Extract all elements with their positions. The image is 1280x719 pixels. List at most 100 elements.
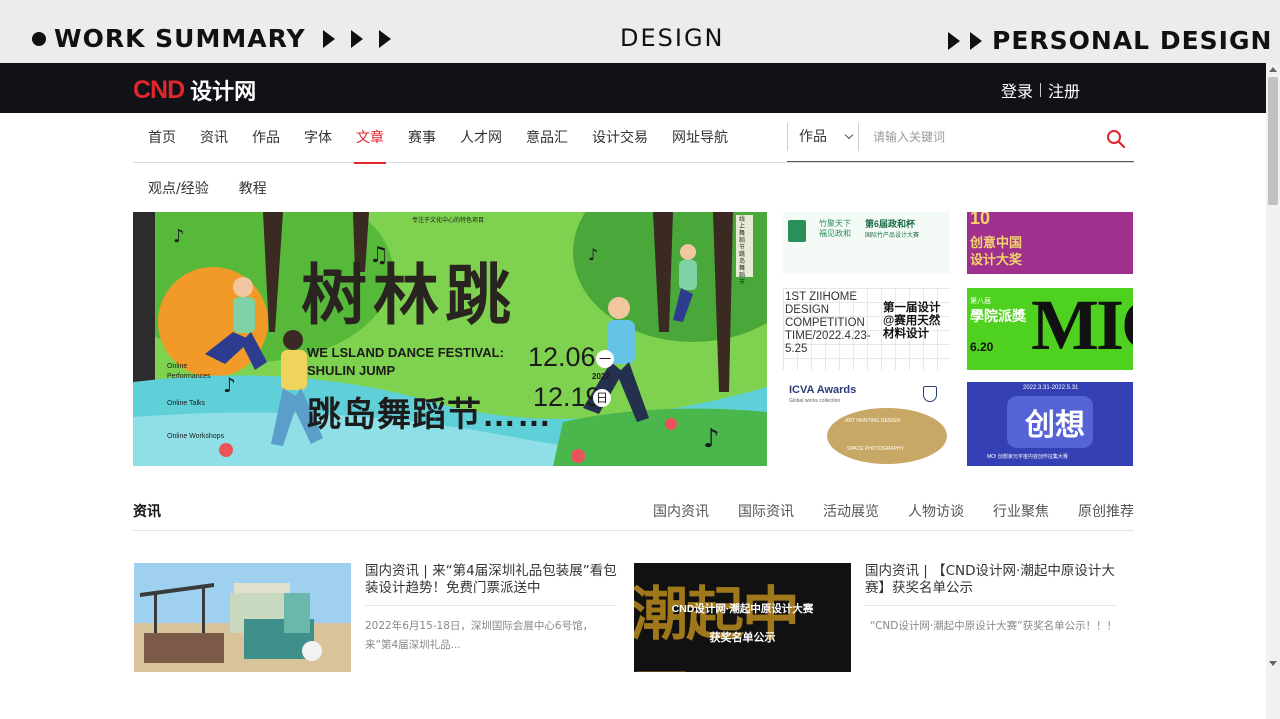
- news-desc: 2022年6月15-18日，深圳国际会展中心6号馆，来“第4届深圳礼品...: [365, 620, 594, 651]
- scroll-down-arrow-icon[interactable]: [1269, 661, 1277, 666]
- nav-item[interactable]: 文章: [344, 113, 396, 164]
- crest-icon: [923, 386, 937, 402]
- auth-divider: [1040, 83, 1042, 97]
- thumb-icva-ring2: SPACE PHOTOGRAPHY: [847, 446, 904, 452]
- nav-item[interactable]: 人才网: [448, 113, 514, 163]
- play-triangle-icon: [350, 29, 363, 48]
- hero-day1: 一: [596, 350, 614, 368]
- promo-thumb-mic[interactable]: 第八届 學院派獎 6.20 MIC: [967, 288, 1133, 370]
- news-title[interactable]: 国内资讯 | 【CND设计网·潮起中原设计大赛】获奖名单公示: [865, 563, 1117, 597]
- award-ring: [827, 408, 947, 464]
- nav-item[interactable]: 意品汇: [514, 113, 580, 163]
- hero-title-cn: 跳岛舞蹈节……: [307, 396, 552, 434]
- news-tab[interactable]: 国内资讯: [653, 501, 709, 521]
- news-section-header: 资讯 国内资讯 国际资讯 活动展览 人物访谈 行业聚焦 原创推荐: [133, 498, 1134, 531]
- subnav-item[interactable]: 教程: [239, 178, 267, 198]
- hero-top-caption: 专注于文化中心的特色项目: [412, 218, 485, 224]
- nav-item[interactable]: 赛事: [396, 113, 448, 163]
- promo-thumb-bamboo[interactable]: 竹聚天下 福见政和 第6届政和杯 国际竹产品设计大赛: [783, 212, 950, 274]
- search-icon[interactable]: [1106, 129, 1126, 149]
- site-header: CND 设计网 登录 注册: [0, 63, 1266, 113]
- thumb-ziihome-cn: 第一届设计@赛用天然材料设计: [883, 302, 941, 340]
- thumb-ziihome-en: 1ST ZIIHOME DESIGN COMPETITION TIME/2022…: [785, 291, 871, 355]
- banner-right-label: PERSONAL DESIGN: [992, 26, 1273, 55]
- thumb-mic-num: 第八届: [970, 298, 991, 305]
- page-scrollbar[interactable]: [1266, 63, 1280, 719]
- svg-text:♪: ♪: [173, 226, 185, 247]
- news-tabs: 国内资讯 国际资讯 活动展览 人物访谈 行业聚焦 原创推荐: [653, 501, 1134, 521]
- contest-banner-title: CND设计网·潮起中原设计大赛: [671, 603, 814, 615]
- banner-left: WORK SUMMARY: [32, 24, 391, 53]
- nav-item[interactable]: 设计交易: [580, 113, 660, 163]
- news-tab[interactable]: 原创推荐: [1078, 501, 1134, 521]
- search-category-value: 作品: [799, 129, 827, 145]
- news-tab[interactable]: 国际资讯: [738, 501, 794, 521]
- hero-day2: 日: [593, 389, 611, 407]
- hero-date1: 12.06: [528, 342, 596, 372]
- thumb-mo-title: 创想: [1025, 409, 1085, 442]
- svg-text:♪: ♪: [588, 245, 598, 264]
- news-desc: “CND设计网·潮起中原设计大赛”获奖名单公示！！！: [870, 620, 1118, 632]
- news-tab[interactable]: 活动展览: [823, 501, 879, 521]
- hero-list-item: Online Talks: [167, 400, 206, 407]
- thumb-icva-ring1: ART PAINTING DESIGN: [845, 418, 901, 424]
- hero-list-item: Online Workshops: [167, 433, 225, 440]
- register-link[interactable]: 注册: [1048, 78, 1080, 102]
- news-image-cnd-contest[interactable]: 潮起中原 CND设计网·潮起中原设计大赛 获奖名单公示: [634, 563, 851, 672]
- nav-items: 首页 资讯 作品 字体 文章 赛事 人才网 意品汇 设计交易 网址导航: [133, 113, 740, 164]
- news-title[interactable]: 国内资讯 | 来“第4届深圳礼品包装展”看包装设计趋势！免费门票派送中: [365, 563, 617, 597]
- svg-text:♪: ♪: [703, 424, 720, 454]
- nav-item[interactable]: 资讯: [188, 113, 240, 163]
- hero-title-big: 树林跳: [301, 258, 517, 332]
- promo-thumb-icva[interactable]: ICVA Awards Global works collection ART …: [783, 382, 950, 466]
- contest-bg-title: 潮起中原: [634, 582, 800, 672]
- news-section-title: 资讯: [133, 504, 161, 520]
- thumb-bamboo-line2: 福见政和: [819, 229, 851, 238]
- thumb-mo-sub: MO! 创想家元宇宙内容创作征集大赛: [987, 454, 1068, 460]
- hero-shulin: SHULIN JUMP: [307, 363, 396, 378]
- hero-festival-en: WE LSLAND DANCE FESTIVAL:: [307, 345, 504, 360]
- search-bar: 作品: [787, 123, 1134, 162]
- bamboo-leaf-icon: [788, 220, 806, 242]
- scroll-up-arrow-icon[interactable]: [1269, 67, 1277, 72]
- thumb-mic-big: MIC: [1031, 288, 1133, 365]
- scrollbar-thumb[interactable]: [1268, 77, 1278, 205]
- thumb-mic-date: 6.20: [970, 340, 994, 354]
- hero-list-item: Online Performances: [167, 363, 211, 380]
- news-tab[interactable]: 人物访谈: [908, 501, 964, 521]
- promo-thumb-mo[interactable]: 2022.3.31-2022.5.31 创想 MO! 创想家元宇宙内容创作征集大…: [967, 382, 1133, 466]
- news-divider: [865, 605, 1117, 606]
- banner-right: PERSONAL DESIGN: [948, 26, 1272, 55]
- subnav-item[interactable]: 观点/经验: [148, 178, 209, 198]
- nav-item[interactable]: 字体: [292, 113, 344, 163]
- banner-left-label: WORK SUMMARY: [54, 24, 306, 53]
- nav-item[interactable]: 网址导航: [660, 113, 740, 163]
- gift-expo-photo: [134, 563, 351, 672]
- news-image-gift-expo[interactable]: [134, 563, 351, 672]
- contest-banner-sub: 获奖名单公示: [709, 632, 776, 644]
- site-logo[interactable]: CND 设计网: [133, 74, 256, 106]
- nav-item[interactable]: 首页: [133, 113, 188, 163]
- chevron-down-icon: [844, 130, 854, 140]
- news-tab[interactable]: 行业聚焦: [993, 501, 1049, 521]
- play-triangle-icon: [378, 29, 391, 48]
- logo-mark: CND: [133, 75, 185, 104]
- thumb-china-sub: 设计大奖: [970, 252, 1023, 267]
- login-link[interactable]: 登录: [1001, 78, 1033, 102]
- logo-text: 设计网: [190, 80, 257, 105]
- hero-banner[interactable]: ♪ ♫ ♪ ♪ ♪ 专注于文化中心的特色项目 线上舞蹈节 跳岛舞蹈节 树林跳 W…: [133, 212, 767, 466]
- hero-side-label: 线上舞蹈节 跳岛舞蹈节: [739, 217, 746, 286]
- hero-year: 2022: [592, 372, 610, 381]
- sub-nav: 观点/经验 教程: [148, 178, 267, 198]
- news-divider: [365, 605, 617, 606]
- thumb-china-number: 10: [970, 212, 991, 228]
- promo-thumb-ziihome[interactable]: 1ST ZIIHOME DESIGN COMPETITION TIME/2022…: [783, 288, 950, 370]
- search-input[interactable]: [873, 126, 1093, 148]
- search-category-select[interactable]: 作品: [787, 123, 859, 151]
- thumb-icva-sub: Global works collection: [789, 398, 841, 404]
- main-nav: 首页 资讯 作品 字体 文章 赛事 人才网 意品汇 设计交易 网址导航 作品: [133, 113, 1134, 164]
- nav-item[interactable]: 作品: [240, 113, 292, 163]
- thumb-mo-date: 2022.3.31-2022.5.31: [1023, 385, 1079, 391]
- thumb-bamboo-title: 第6届政和杯: [865, 219, 916, 229]
- promo-thumb-creative-china[interactable]: 10 创意中国 设计大奖: [967, 212, 1133, 274]
